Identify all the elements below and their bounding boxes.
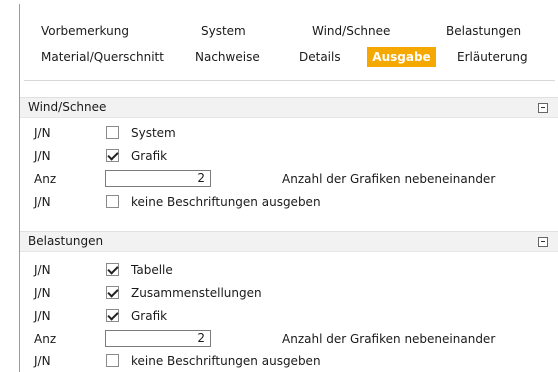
tab-erlaeuterung[interactable]: Erläuterung: [451, 47, 534, 67]
collapse-minus-icon[interactable]: [538, 237, 548, 247]
row-kind: Anz: [34, 172, 57, 186]
settings-panel: Vorbemerkung System Wind/Schnee Belastun…: [19, 4, 558, 372]
section-title: Wind/Schnee: [28, 100, 107, 114]
section-header-belastungen: Belastungen: [20, 231, 558, 252]
option-row-anzahl: Anz 2 Anzahl der Grafiken nebeneinander: [20, 328, 558, 350]
option-row-keine-beschriftungen: J/N keine Beschriftungen ausgeben: [20, 350, 558, 372]
section-title: Belastungen: [28, 234, 104, 248]
option-row-anzahl: Anz 2 Anzahl der Grafiken nebeneinander: [20, 168, 558, 190]
keine-beschriftungen-checkbox[interactable]: [106, 195, 119, 208]
collapse-minus-icon[interactable]: [538, 103, 548, 113]
tab-wind-schnee[interactable]: Wind/Schnee: [306, 21, 396, 41]
row-kind: J/N: [34, 263, 51, 277]
tab-divider: [24, 80, 555, 81]
option-row-grafik: J/N Grafik: [20, 145, 558, 167]
section-header-wind-schnee: Wind/Schnee: [20, 97, 558, 118]
option-row-system: J/N System: [20, 122, 558, 144]
checkbox-label: Grafik: [131, 309, 168, 323]
row-kind: J/N: [34, 354, 51, 368]
anzahl-grafiken-input[interactable]: 2: [105, 170, 211, 187]
row-kind: J/N: [34, 309, 51, 323]
grafik-checkbox[interactable]: [106, 149, 119, 162]
system-checkbox[interactable]: [106, 126, 119, 139]
tab-material-querschnitt[interactable]: Material/Querschnitt: [35, 47, 170, 67]
tab-belastungen[interactable]: Belastungen: [440, 21, 527, 41]
option-row-tabelle: J/N Tabelle: [20, 259, 558, 281]
checkbox-label: System: [131, 126, 176, 140]
checkbox-label: keine Beschriftungen ausgeben: [131, 195, 321, 209]
option-row-zusammenstellungen: J/N Zusammenstellungen: [20, 282, 558, 304]
tab-vorbemerkung[interactable]: Vorbemerkung: [35, 21, 135, 41]
checkbox-label: Zusammenstellungen: [131, 286, 262, 300]
row-kind: J/N: [34, 126, 51, 140]
tab-ausgabe[interactable]: Ausgabe: [367, 47, 436, 67]
option-row-keine-beschriftungen: J/N keine Beschriftungen ausgeben: [20, 191, 558, 213]
option-row-grafik: J/N Grafik: [20, 305, 558, 327]
grafik-checkbox[interactable]: [106, 309, 119, 322]
checkbox-label: keine Beschriftungen ausgeben: [131, 354, 321, 368]
input-label: Anzahl der Grafiken nebeneinander: [282, 332, 496, 346]
keine-beschriftungen-checkbox[interactable]: [106, 354, 119, 367]
row-kind: J/N: [34, 195, 51, 209]
tab-bar: Vorbemerkung System Wind/Schnee Belastun…: [20, 4, 558, 84]
row-kind: J/N: [34, 286, 51, 300]
tab-system[interactable]: System: [195, 21, 252, 41]
zusammenstellungen-checkbox[interactable]: [106, 286, 119, 299]
tab-nachweise[interactable]: Nachweise: [189, 47, 266, 67]
row-kind: J/N: [34, 149, 51, 163]
tab-details[interactable]: Details: [293, 47, 347, 67]
anzahl-grafiken-input[interactable]: 2: [105, 330, 211, 347]
row-kind: Anz: [34, 332, 57, 346]
checkbox-label: Tabelle: [131, 263, 173, 277]
tabelle-checkbox[interactable]: [106, 263, 119, 276]
checkbox-label: Grafik: [131, 149, 168, 163]
input-label: Anzahl der Grafiken nebeneinander: [282, 172, 496, 186]
